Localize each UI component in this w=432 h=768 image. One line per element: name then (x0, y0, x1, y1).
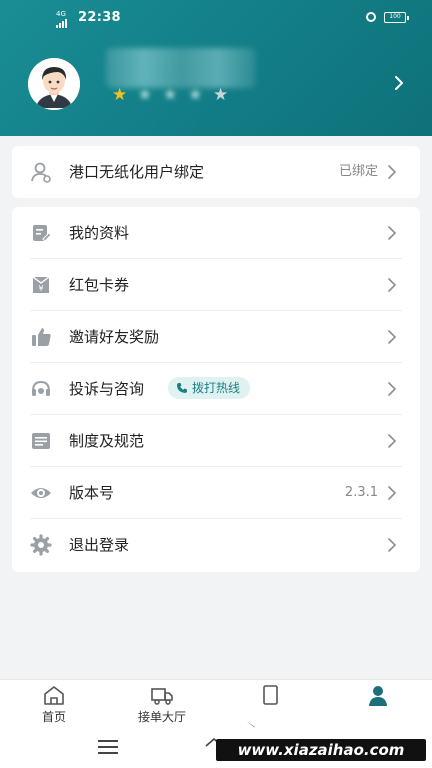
avatar-image (28, 58, 80, 110)
menu-item-coupons[interactable]: ¥ 红包卡券 (12, 259, 420, 311)
user-bind-icon (31, 162, 51, 183)
menu-item-complaint[interactable]: 投诉与咨询 拨打热线 (12, 363, 420, 415)
chevron-right-icon (388, 226, 397, 240)
profile-header: 4G 22:38 100 ★ ★ ★ ★ ★ (0, 0, 432, 136)
tab-label: 接单大厅 (137, 710, 186, 724)
hotline-button[interactable]: 拨打热线 (168, 377, 251, 399)
menu-item-logout[interactable]: 退出登录 (12, 519, 420, 571)
phone-icon (177, 383, 187, 393)
avatar[interactable] (28, 58, 80, 110)
document-list-icon (32, 433, 50, 449)
chevron-right-icon (388, 486, 397, 500)
signal-icon (56, 19, 67, 28)
star-icon: ★ (162, 85, 178, 105)
menu-item-label: 制度及规范 (69, 432, 145, 450)
star-icon: ★ (137, 85, 153, 105)
hotline-label: 拨打热线 (192, 381, 241, 395)
chevron-right-icon (388, 538, 397, 552)
truck-icon (151, 688, 173, 705)
menu-item-version[interactable]: 版本号 2.3.1 (12, 467, 420, 519)
alarm-icon (366, 12, 376, 22)
menu-item-label: 退出登录 (69, 536, 130, 554)
watermark-url: www.xiazaihao.com (216, 739, 426, 761)
profile-doc-icon (33, 225, 52, 242)
red-packet-icon: ¥ (32, 276, 50, 293)
bind-status: 已绑定 (338, 164, 378, 179)
gear-icon (30, 534, 52, 556)
chevron-right-icon[interactable] (392, 76, 406, 90)
port-bind-row[interactable]: 港口无纸化用户绑定 已绑定 (12, 146, 420, 198)
headset-icon (32, 380, 50, 396)
menu-icon[interactable] (98, 740, 118, 754)
svg-text:¥: ¥ (38, 284, 43, 293)
port-bind-label: 港口无纸化用户绑定 (69, 163, 205, 181)
settings-menu: 我的资料 ¥ 红包卡券 邀请好友奖励 投诉与咨询 拨打热线 制度及规范 版本号 … (12, 207, 420, 572)
menu-item-label: 我的资料 (69, 224, 130, 242)
menu-item-label: 投诉与咨询 (69, 380, 145, 398)
chevron-right-icon (388, 434, 397, 448)
tab-order-hall[interactable]: 接单大厅 (122, 680, 202, 728)
star-icon: ★ (213, 85, 229, 105)
tab-home[interactable]: 首页 (14, 680, 94, 728)
rating-stars: ★ ★ ★ ★ ★ (112, 86, 228, 104)
eye-icon (31, 488, 51, 498)
network-type: 4G (56, 10, 66, 18)
chevron-right-icon (388, 382, 397, 396)
tab-label: 首页 (41, 710, 66, 724)
chevron-right-icon (388, 278, 397, 292)
menu-item-invite[interactable]: 邀请好友奖励 (12, 311, 420, 363)
chevron-right-icon (388, 330, 397, 344)
menu-item-label: 红包卡券 (69, 276, 130, 294)
nickname-redacted (106, 48, 256, 88)
port-bind-card[interactable]: 港口无纸化用户绑定 已绑定 (12, 146, 420, 198)
star-icon: ★ (187, 85, 203, 105)
menu-item-profile[interactable]: 我的资料 (12, 207, 420, 259)
site-watermark: 下载号应用 www.xiazaihao.com (214, 693, 428, 765)
battery-icon: 100 (384, 12, 409, 23)
menu-item-label: 版本号 (69, 484, 115, 502)
menu-item-label: 邀请好友奖励 (69, 328, 160, 346)
status-bar: 4G 22:38 100 (0, 8, 432, 30)
version-value: 2.3.1 (344, 485, 378, 500)
menu-item-regulations[interactable]: 制度及规范 (12, 415, 420, 467)
chevron-right-icon (388, 165, 397, 179)
status-time: 22:38 (78, 10, 121, 25)
thumbs-up-icon (32, 328, 51, 346)
star-icon: ★ (112, 85, 128, 105)
home-icon (44, 686, 64, 705)
